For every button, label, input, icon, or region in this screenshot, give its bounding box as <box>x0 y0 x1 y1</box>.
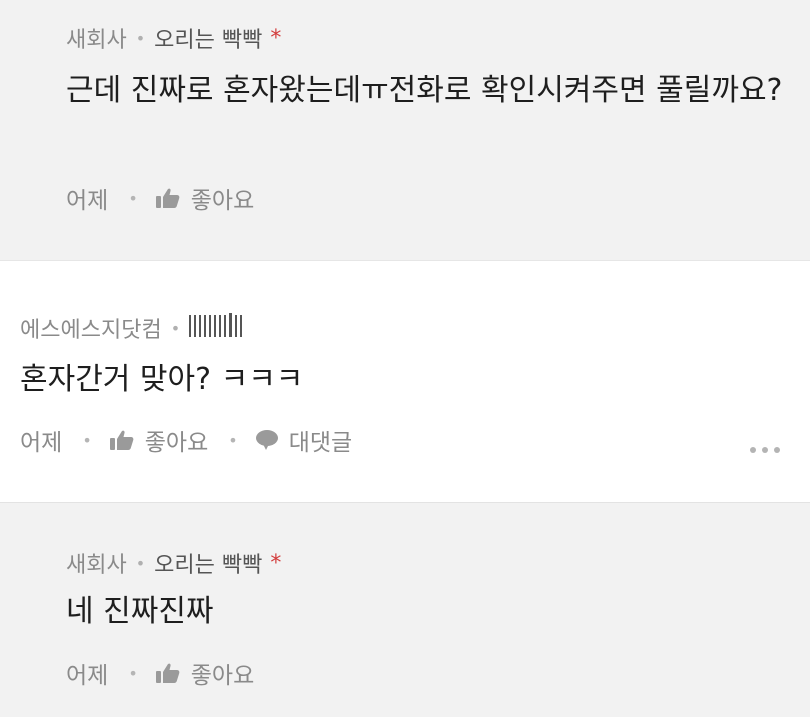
action-separator: • <box>82 430 92 450</box>
like-button[interactable]: 좋아요 <box>109 423 208 457</box>
comment-actions: 어제 • 좋아요 <box>66 656 254 690</box>
comment: 에스에스지닷컴 • 혼자간거 맞아? ㅋㅋㅋ 어제 • 좋아요 • 대댓글 <box>0 261 810 503</box>
thumbs-up-icon <box>155 662 181 684</box>
author-badge: * <box>270 25 282 51</box>
like-label: 좋아요 <box>144 430 209 456</box>
like-button[interactable]: 좋아요 <box>155 181 254 215</box>
like-label: 좋아요 <box>190 663 255 689</box>
comment-time: 어제 <box>66 663 109 689</box>
meta-separator: • <box>135 553 146 573</box>
comment-time: 어제 <box>20 430 63 456</box>
comment-body: 네 진짜진짜 <box>66 594 214 629</box>
meta-separator: • <box>135 28 146 48</box>
author-badge: * <box>270 550 282 576</box>
comment-meta: 새회사 • 오리는 빡빡 * <box>66 547 281 579</box>
comment-body: 혼자간거 맞아? ㅋㅋㅋ <box>20 362 304 397</box>
more-dots-icon[interactable] <box>750 447 780 453</box>
like-button[interactable]: 좋아요 <box>155 656 254 690</box>
reply-comment-2: 새회사 • 오리는 빡빡 * 네 진짜진짜 어제 • 좋아요 <box>0 503 810 717</box>
speech-bubble-icon <box>255 429 279 451</box>
user-title-barcode <box>189 313 243 337</box>
comment-actions: 어제 • 좋아요 • 대댓글 <box>20 423 352 457</box>
reply-label: 대댓글 <box>288 430 353 456</box>
meta-separator: • <box>170 318 181 338</box>
thumbs-up-icon <box>109 429 135 451</box>
user-title: 오리는 빡빡 <box>154 553 263 578</box>
like-label: 좋아요 <box>190 188 255 214</box>
thumbs-up-icon <box>155 187 181 209</box>
comment-actions: 어제 • 좋아요 <box>66 181 254 215</box>
comment-body: 근데 진짜로 혼자왔는데ㅠ전화로 확인시켜주면 풀릴까요? <box>66 73 783 108</box>
action-separator: • <box>128 663 138 683</box>
action-separator: • <box>228 430 238 450</box>
author-name[interactable]: 새회사 <box>66 547 127 579</box>
comment-time: 어제 <box>66 188 109 214</box>
reply-button[interactable]: 대댓글 <box>255 423 352 457</box>
comment-meta: 에스에스지닷컴 • <box>20 312 243 344</box>
user-title <box>189 313 243 343</box>
author-name[interactable]: 에스에스지닷컴 <box>20 312 162 344</box>
comment-meta: 새회사 • 오리는 빡빡 * <box>66 22 281 54</box>
author-name[interactable]: 새회사 <box>66 22 127 54</box>
reply-comment-1: 새회사 • 오리는 빡빡 * 근데 진짜로 혼자왔는데ㅠ전화로 확인시켜주면 풀… <box>0 0 810 261</box>
user-title: 오리는 빡빡 <box>154 28 263 53</box>
action-separator: • <box>128 188 138 208</box>
